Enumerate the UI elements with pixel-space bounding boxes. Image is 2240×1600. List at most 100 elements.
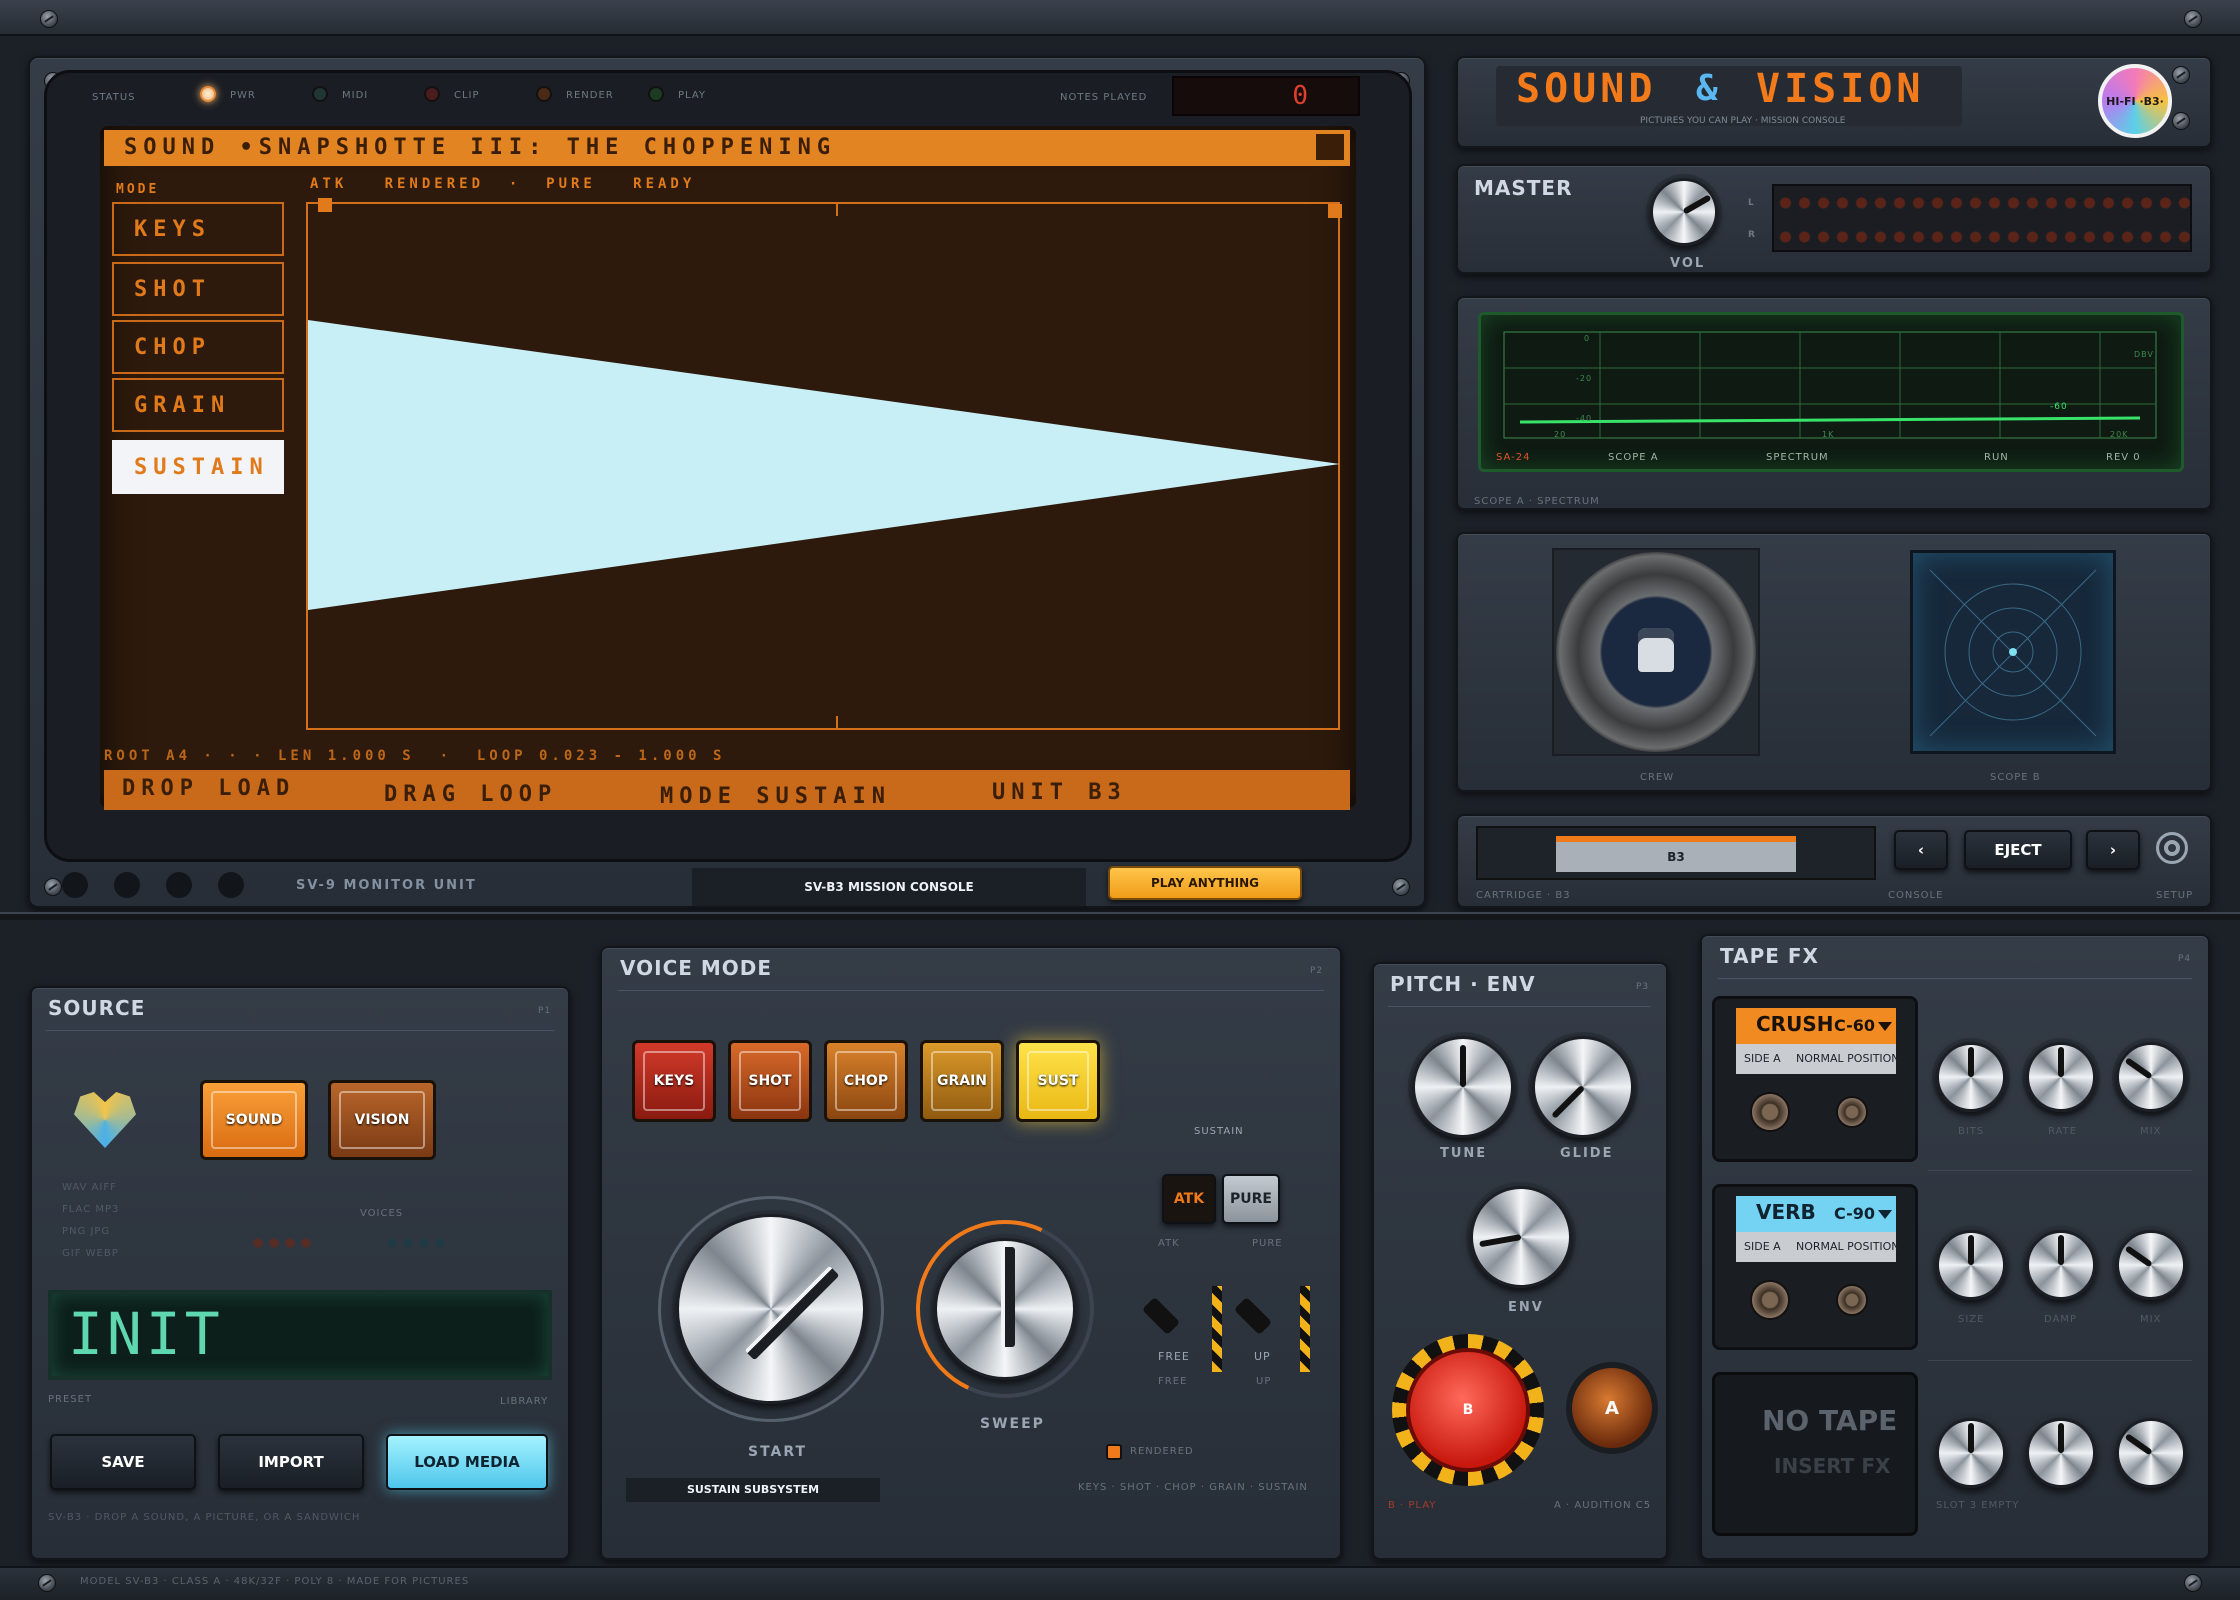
crush-reel-right: [1836, 1096, 1868, 1128]
save-button[interactable]: SAVE: [50, 1434, 196, 1490]
verb-size-label: SIZE: [1958, 1314, 1985, 1325]
crew-label: CREW: [1640, 772, 1675, 783]
mode-sustain[interactable]: SUSTAIN: [112, 440, 284, 494]
source-tag: P1: [538, 1006, 552, 1016]
scope-tick-20: -20: [1576, 374, 1593, 383]
play-anything-button[interactable]: PLAY ANYTHING: [1108, 866, 1302, 900]
play-label: PLAY: [678, 90, 707, 101]
format-gif: GIF WEBP: [62, 1248, 119, 1259]
eject-button[interactable]: EJECT: [1964, 830, 2072, 870]
sweep-label: SWEEP: [980, 1416, 1045, 1432]
sound-source-button[interactable]: SOUND: [200, 1080, 308, 1160]
no-tape-label: NO TAPE: [1762, 1404, 1898, 1437]
slot3-knob-2[interactable]: [2026, 1418, 2096, 1488]
scope-spectrum-label: SPECTRUM: [1766, 452, 1829, 463]
b-play-button[interactable]: B: [1406, 1348, 1530, 1472]
scope-a-label: SCOPE A: [1608, 452, 1659, 463]
voice-sust-button[interactable]: SUST: [1016, 1040, 1100, 1122]
crush-rate-knob[interactable]: [2026, 1042, 2096, 1112]
env-label: ENV: [1508, 1300, 1544, 1315]
format-wav: WAV AIFF: [62, 1182, 117, 1193]
waveform[interactable]: [306, 202, 1340, 730]
scope-axis-20k: 20K: [2110, 430, 2129, 439]
tape-fx-divider: [1928, 1360, 2192, 1361]
voices-label: VOICES: [360, 1208, 404, 1219]
monitor-unit-label: SV-9 MONITOR UNIT: [296, 878, 477, 893]
pwr-led: [200, 86, 216, 102]
pure-toggle[interactable]: PURE: [1222, 1174, 1280, 1224]
scope-axis-1k: 1K: [1822, 430, 1835, 439]
monitor-dial[interactable]: [62, 872, 88, 898]
hazard-stripe: [1300, 1286, 1310, 1372]
monitor-dial[interactable]: [114, 872, 140, 898]
pwr-label: PWR: [230, 90, 256, 101]
env-knob[interactable]: [1470, 1186, 1572, 1288]
tape-fx-tag: P4: [2178, 954, 2192, 964]
mode-shot[interactable]: SHOT: [112, 262, 284, 316]
setup-gear-icon[interactable]: [2156, 832, 2188, 864]
mid-rail: [0, 912, 2240, 920]
crt-close-box[interactable]: [1316, 134, 1344, 160]
slot3-knob-1[interactable]: [1936, 1418, 2006, 1488]
verb-size-knob[interactable]: [1936, 1230, 2006, 1300]
start-knob[interactable]: [676, 1214, 866, 1404]
load-media-button[interactable]: LOAD MEDIA: [386, 1434, 548, 1490]
verb-mix-knob[interactable]: [2116, 1230, 2186, 1300]
scope-dbv: DBV: [2134, 350, 2154, 359]
crush-rate-label: RATE: [2048, 1126, 2078, 1137]
brand-title-b: VISION: [1756, 66, 1925, 112]
glide-knob[interactable]: [1532, 1036, 1634, 1138]
crush-bits-knob[interactable]: [1936, 1042, 2006, 1112]
voice-shot-button[interactable]: SHOT: [728, 1040, 812, 1122]
crew-astronaut-icon: [1638, 628, 1674, 672]
monitor-dial[interactable]: [166, 872, 192, 898]
mode-keys[interactable]: KEYS: [112, 202, 284, 256]
clip-led: [424, 86, 440, 102]
crt-info-line: ROOT A4 · · · LEN 1.000 S · LOOP 0.023 -…: [104, 748, 726, 764]
voice-grain-button[interactable]: GRAIN: [920, 1040, 1004, 1122]
scope-axis-20: 20: [1554, 430, 1567, 439]
crush-position: NORMAL POSITION: [1796, 1052, 1900, 1065]
mode-chop[interactable]: CHOP: [112, 320, 284, 374]
pure-caption: PURE: [1252, 1238, 1283, 1249]
crush-bits-label: BITS: [1958, 1126, 1985, 1137]
import-button[interactable]: IMPORT: [218, 1434, 364, 1490]
screw: [1392, 878, 1410, 896]
voice-keys-button[interactable]: KEYS: [632, 1040, 716, 1122]
tape-fx-title: TAPE FX: [1720, 944, 1819, 968]
mode-chop-label: CHOP: [134, 334, 211, 360]
verb-length: C-90: [1834, 1204, 1876, 1223]
voice-chop-button[interactable]: CHOP: [824, 1040, 908, 1122]
monitor-dial[interactable]: [218, 872, 244, 898]
a-audition-button[interactable]: A: [1566, 1362, 1658, 1454]
next-cartridge-button[interactable]: ›: [2086, 830, 2140, 870]
verb-damp-knob[interactable]: [2026, 1230, 2096, 1300]
clip-label: CLIP: [454, 90, 480, 101]
screw: [2172, 66, 2190, 84]
midi-label: MIDI: [342, 90, 369, 101]
master-title: MASTER: [1474, 176, 1573, 200]
cartridge-label[interactable]: B3: [1556, 836, 1796, 872]
mission-console-plate: SV-B3 MISSION CONSOLE: [692, 868, 1086, 906]
scope-b-label: SCOPE B: [1990, 772, 2041, 783]
atk-toggle[interactable]: ATK: [1162, 1174, 1216, 1224]
voice-keys-label: KEYS: [643, 1051, 705, 1111]
header-tags: ATK RENDERED · PURE READY: [310, 176, 696, 192]
crush-dropdown-icon[interactable]: [1878, 1022, 1892, 1031]
tune-knob[interactable]: [1412, 1036, 1514, 1138]
vision-source-button[interactable]: VISION: [328, 1080, 436, 1160]
prev-cartridge-button[interactable]: ‹: [1894, 830, 1948, 870]
slot3-knob-3[interactable]: [2116, 1418, 2186, 1488]
slot3-empty-label: SLOT 3 EMPTY: [1936, 1500, 2020, 1511]
screw: [40, 10, 58, 28]
pitch-title-rule: [1388, 1006, 1650, 1007]
volume-knob[interactable]: [1650, 178, 1718, 246]
mode-grain[interactable]: GRAIN: [112, 378, 284, 432]
verb-dropdown-icon[interactable]: [1878, 1210, 1892, 1219]
crush-name: CRUSH: [1756, 1012, 1834, 1036]
sweep-knob[interactable]: [934, 1238, 1076, 1380]
screw: [38, 1574, 56, 1592]
crush-mix-knob[interactable]: [2116, 1042, 2186, 1112]
setup-caption: SETUP: [2156, 890, 2194, 901]
crush-length: C-60: [1834, 1016, 1876, 1035]
